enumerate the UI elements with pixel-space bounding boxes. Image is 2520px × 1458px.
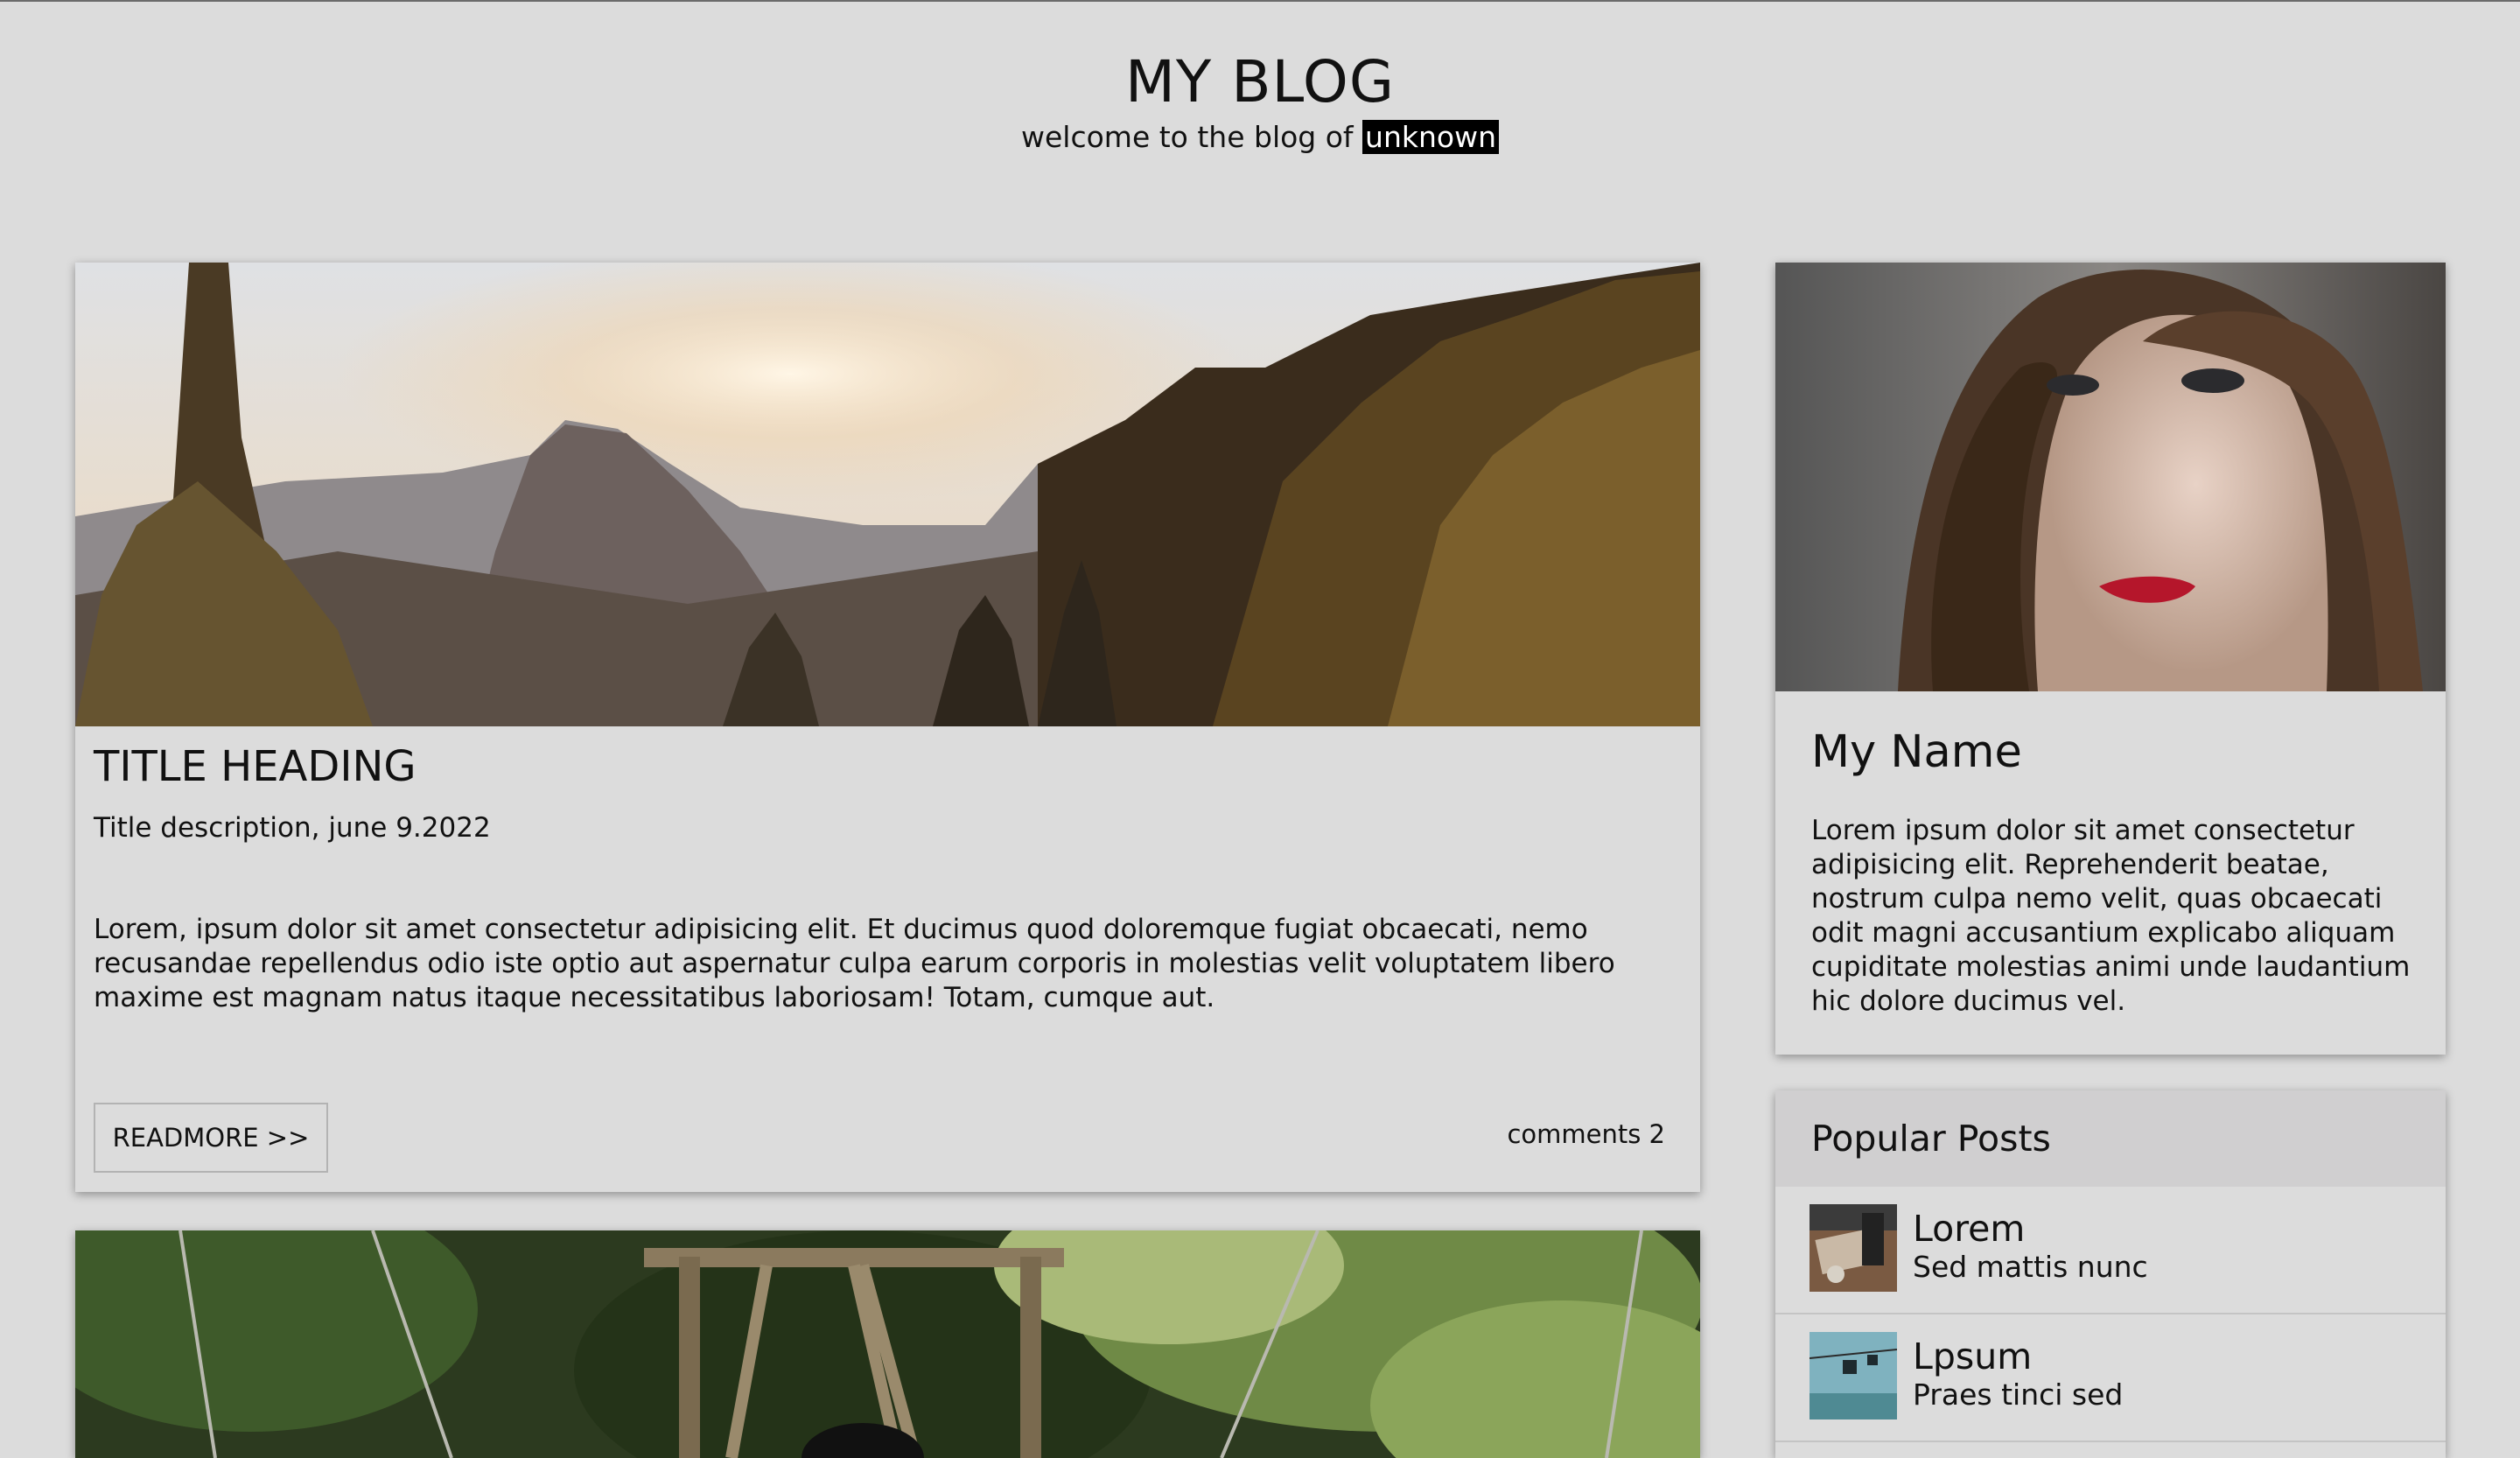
popular-post-subtitle: Sed mattis nunc <box>1913 1250 2148 1284</box>
popular-post-title: Lorem <box>1913 1208 2026 1250</box>
popular-post-subtitle: Praes tinci sed <box>1913 1377 2124 1412</box>
popular-post-item[interactable]: Lorem Sed mattis nunc <box>1775 1187 2446 1314</box>
subtitle-text: welcome to the blog of <box>1021 120 1363 154</box>
comments-count[interactable]: comments 2 <box>1507 1117 1665 1152</box>
readmore-button[interactable]: READMORE >> <box>94 1103 328 1173</box>
popular-post-title: Lpsum <box>1913 1335 2033 1377</box>
site-header: MY BLOG welcome to the blog of unknown <box>0 2 2520 158</box>
post-card: TITLE HEADING Title description, june 9.… <box>75 263 1700 1192</box>
post-description: Title description, june 9.2022 <box>94 812 491 844</box>
site-title: MY BLOG <box>1124 48 1396 116</box>
profile-bio: Lorem ipsum dolor sit amet consectetur a… <box>1811 815 2411 1017</box>
post-cover-image <box>75 263 1700 726</box>
popular-posts-card: Popular Posts Lorem Sed mattis nunc Lpsu… <box>1775 1090 2446 1458</box>
site-subtitle: welcome to the blog of unknown <box>0 117 2520 158</box>
post-body: Lorem, ipsum dolor sit amet consectetur … <box>94 914 1615 1013</box>
popular-posts-title: Popular Posts <box>1811 1118 2051 1160</box>
profile-name: My Name <box>1811 726 2022 778</box>
profile-card: My Name Lorem ipsum dolor sit amet conse… <box>1775 263 2446 1055</box>
popular-post-thumbnail <box>1810 1332 1897 1419</box>
post-title: TITLE HEADING <box>94 742 416 791</box>
popular-posts-header: Popular Posts <box>1775 1090 2446 1187</box>
popular-post-item[interactable]: Lpsum Praes tinci sed <box>1775 1314 2446 1442</box>
post-card <box>75 1230 1700 1458</box>
post-cover-image <box>75 1230 1700 1458</box>
profile-photo <box>1775 263 2446 691</box>
blog-owner-name: unknown <box>1362 120 1499 154</box>
popular-post-thumbnail <box>1810 1204 1897 1292</box>
